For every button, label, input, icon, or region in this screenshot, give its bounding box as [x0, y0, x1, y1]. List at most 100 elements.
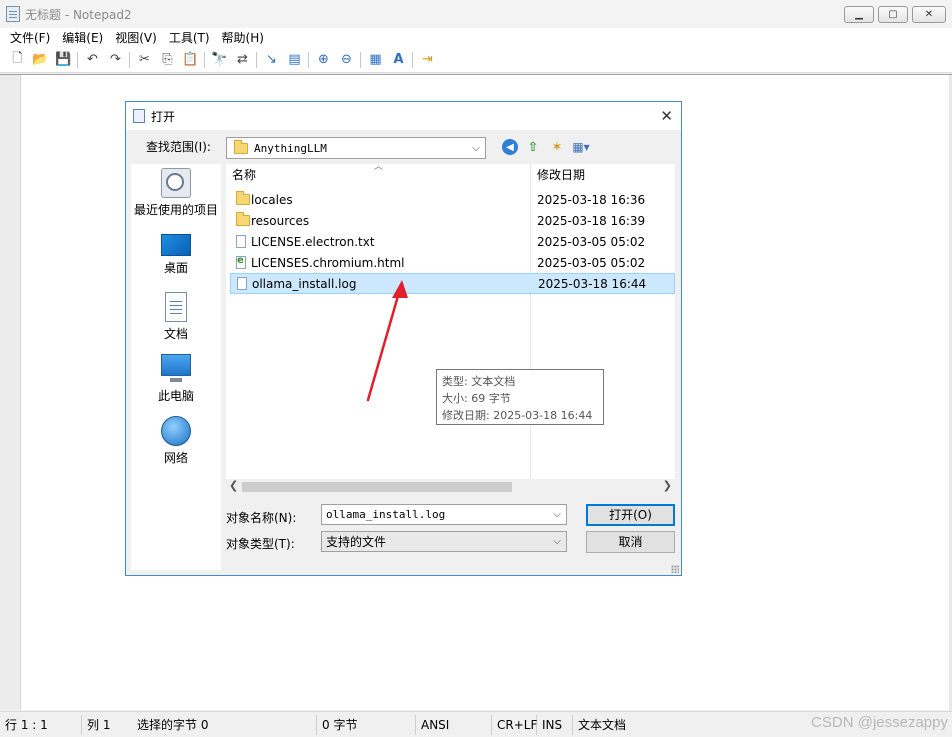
desktop-icon [161, 234, 191, 256]
file-name: LICENSES.chromium.html [251, 255, 405, 270]
minimize-button[interactable]: ▁ [844, 6, 874, 23]
view-menu-icon[interactable]: ▦▾ [572, 139, 590, 155]
file-info-tooltip: 类型: 文本文档 大小: 69​ 字节 修改日期: 2025-03-18 16:… [436, 369, 604, 425]
file-row[interactable]: locales 2025-03-18 16:36 [230, 189, 675, 210]
column-header-name[interactable]: 名称 [232, 164, 256, 186]
file-date: 2025-03-05 05:02 [537, 234, 646, 249]
zoom-out-icon[interactable]: ⊖ [335, 49, 358, 71]
dialog-title-bar: 打开 [126, 102, 681, 130]
file-date: 2025-03-18 16:44 [538, 276, 647, 291]
font-icon[interactable]: A [387, 49, 410, 71]
text-file-icon [237, 277, 247, 290]
file-list[interactable]: ︿ 名称 修改日期 locales 2025-03-18 16:36 resou… [226, 162, 675, 495]
folder-icon [234, 139, 248, 154]
menu-file[interactable]: 文件(F) [4, 29, 56, 46]
html-file-icon [236, 255, 246, 269]
wordwrap-icon[interactable]: ↘ [260, 49, 283, 71]
toolbar-separator [127, 49, 133, 71]
file-name: resources [251, 213, 310, 228]
place-desktop[interactable]: 桌面 [131, 234, 221, 276]
window-title: 无标题 - Notepad2 [25, 7, 132, 22]
find-icon[interactable]: 🔭 [208, 49, 231, 71]
dialog-nav-toolbar: ◀ ⇧ ✶ ▦▾ [502, 139, 590, 155]
open-icon[interactable]: 📂 [29, 49, 52, 71]
cancel-button[interactable]: 取消 [586, 531, 675, 553]
file-date: 2025-03-18 16:36 [537, 192, 646, 207]
status-scheme[interactable]: 文本文档 [573, 715, 631, 735]
file-name: ollama_install.log [252, 276, 357, 291]
place-recent-label: 最近使用的项目 [133, 203, 218, 217]
place-network-label: 网络 [163, 451, 188, 465]
back-arrow-icon[interactable]: ◀ [502, 139, 518, 155]
new-folder-icon[interactable]: ✶ [548, 139, 566, 155]
file-row[interactable]: LICENSE.electron.txt 2025-03-05 05:02 [230, 231, 675, 252]
undo-icon[interactable]: ↶ [81, 49, 104, 71]
exit-icon[interactable]: ⇥ [416, 49, 439, 71]
save-icon[interactable]: 💾 [52, 49, 75, 71]
dialog-title: 打开 [151, 109, 176, 124]
chevron-down-icon[interactable]: ⌵ [548, 509, 566, 520]
dialog-close-icon[interactable]: ✕ [660, 107, 673, 125]
tooltip-size: 大小: 69​ 字节 [442, 392, 511, 405]
file-row-selected[interactable]: ollama_install.log 2025-03-18 16:44 [230, 273, 675, 294]
file-date: 2025-03-18 16:39 [537, 213, 646, 228]
menu-help[interactable]: 帮助(H) [216, 29, 270, 46]
title-bar: 无标题 - Notepad2 ▁ ▢ ✕ [0, 0, 952, 28]
status-selection: 选择的字节 0 [132, 714, 317, 735]
scroll-left-icon[interactable]: ❮ [229, 479, 238, 492]
toolbar-separator [358, 49, 364, 71]
documents-icon [165, 292, 187, 322]
notepad-app-icon [6, 6, 20, 22]
status-encoding[interactable]: ANSI [416, 714, 492, 735]
status-line-ending[interactable]: CR+LF [492, 714, 537, 735]
toolbar: 🗋 📂 💾 ↶ ↷ ✂ ⎘ 📋 🔭 ⇄ ↘ ▤ ⊕ ⊖ ▦ A ⇥ [0, 47, 952, 73]
scroll-thumb[interactable] [242, 482, 512, 492]
menu-bar: 文件(F) 编辑(E) 视图(V) 工具(T) 帮助(H) [0, 28, 952, 47]
replace-icon[interactable]: ⇄ [231, 49, 254, 71]
recent-items-icon [161, 168, 191, 198]
menu-edit[interactable]: 编辑(E) [56, 29, 109, 46]
look-in-value: AnythingLLM [254, 141, 327, 155]
look-in-dropdown[interactable]: AnythingLLM ⌵ [226, 137, 486, 159]
filename-value[interactable]: ollama_install.log [326, 508, 548, 521]
place-documents[interactable]: 文档 [131, 292, 221, 342]
cut-icon[interactable]: ✂ [133, 49, 156, 71]
tooltip-date: 修改日期: 2025-03-18 16:44 [442, 409, 593, 422]
close-button[interactable]: ✕ [912, 6, 946, 23]
place-recent[interactable]: 最近使用的项目 [131, 168, 221, 218]
menu-tools[interactable]: 工具(T) [163, 29, 216, 46]
scroll-right-icon[interactable]: ❯ [663, 479, 672, 492]
watermark: CSDN @jessezappy [811, 714, 948, 731]
paste-icon[interactable]: 📋 [179, 49, 202, 71]
filetype-value: 支持的文件 [326, 535, 387, 549]
network-icon [161, 416, 191, 446]
open-file-dialog: 打开 ✕ 查找范围(I): AnythingLLM ⌵ ◀ ⇧ ✶ ▦▾ 最近使… [125, 101, 682, 576]
filetype-dropdown[interactable]: 支持的文件 ⌵ [321, 531, 567, 552]
filename-combobox[interactable]: ollama_install.log ⌵ [321, 504, 567, 525]
file-row[interactable]: LICENSES.chromium.html 2025-03-05 05:02 [230, 252, 675, 273]
file-row[interactable]: resources 2025-03-18 16:39 [230, 210, 675, 231]
toolbar-separator [254, 49, 260, 71]
resize-grip[interactable] [671, 565, 679, 573]
file-name: locales [251, 192, 293, 207]
chevron-down-icon: ⌵ [472, 142, 480, 154]
file-list-hscrollbar[interactable]: ❮ ❯ [226, 479, 675, 495]
zoom-in-icon[interactable]: ⊕ [312, 49, 335, 71]
copy-icon[interactable]: ⎘ [156, 49, 179, 71]
place-network[interactable]: 网络 [131, 416, 221, 466]
schema-icon[interactable]: ▦ [364, 49, 387, 71]
open-button[interactable]: 打开(O) [586, 504, 675, 526]
computer-icon [161, 354, 191, 382]
settings-icon[interactable]: ▤ [283, 49, 306, 71]
toolbar-separator [306, 49, 312, 71]
window-controls: ▁ ▢ ✕ [844, 6, 946, 23]
menu-view[interactable]: 视图(V) [109, 29, 163, 46]
place-this-pc[interactable]: 此电脑 [131, 354, 221, 404]
sort-ascending-icon: ︿ [374, 162, 384, 172]
up-folder-icon[interactable]: ⇧ [524, 139, 542, 155]
new-file-icon[interactable]: 🗋 [6, 49, 29, 71]
column-header-date[interactable]: 修改日期 [537, 164, 585, 186]
redo-icon[interactable]: ↷ [104, 49, 127, 71]
maximize-button[interactable]: ▢ [878, 6, 908, 23]
look-in-label: 查找范围(I): [146, 140, 211, 154]
